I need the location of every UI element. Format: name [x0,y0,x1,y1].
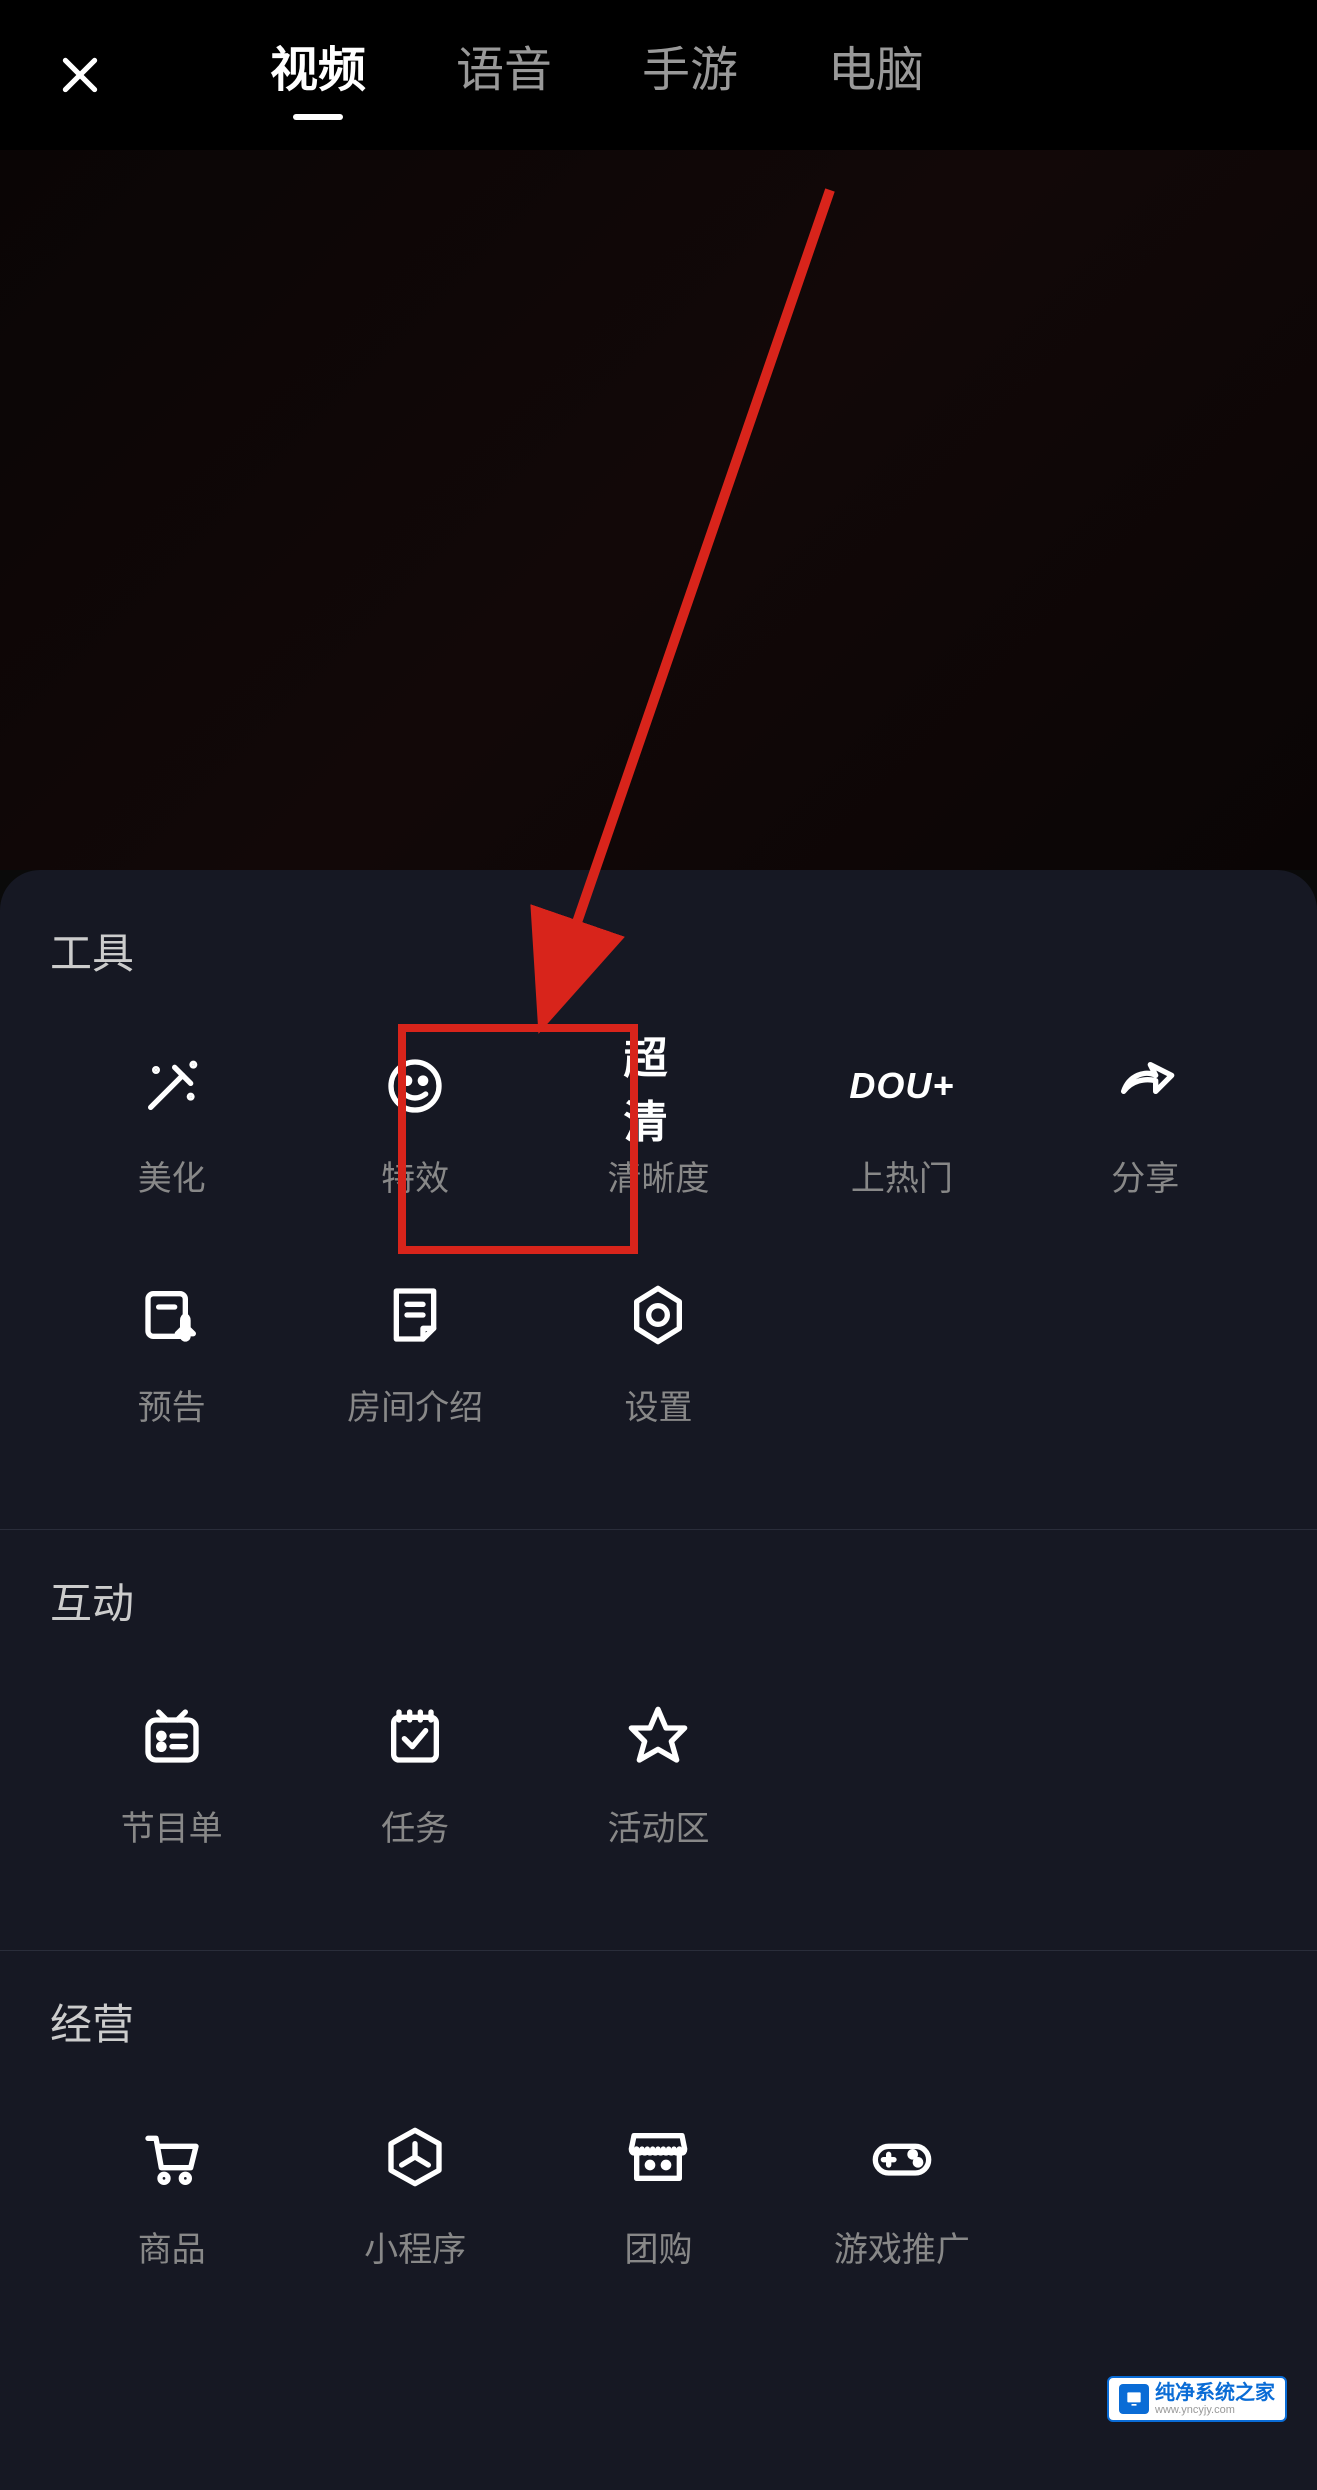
interaction-label: 节目单 [121,1801,223,1850]
section-title-business: 经营 [50,1991,1267,2052]
tool-label: 上热门 [851,1151,953,1200]
interaction-program[interactable]: 节目单 [60,1681,283,1870]
tool-preview-notice[interactable]: 预告 [60,1260,283,1449]
interaction-label: 活动区 [607,1801,709,1850]
tab-mobile-game[interactable]: 手游 [642,30,738,120]
miniapp-icon [380,2122,450,2192]
section-title-interaction: 互动 [50,1570,1267,1631]
hd-icon: 超清 [623,1051,693,1121]
close-icon [55,50,105,100]
close-button[interactable] [50,45,110,105]
tool-label: 美化 [138,1151,206,1200]
program-icon [137,1701,207,1771]
business-miniapp[interactable]: 小程序 [303,2102,526,2291]
business-label: 团购 [624,2222,692,2271]
wand-icon [137,1051,207,1121]
options-panel: 工具 美化 [0,870,1317,2490]
watermark-logo-icon [1119,2384,1149,2414]
tool-clarity[interactable]: 超清 清晰度 [547,1031,770,1220]
tool-label: 分享 [1111,1151,1179,1200]
business-goods[interactable]: 商品 [60,2102,283,2291]
watermark-url: www.yncyjy.com [1155,2404,1275,2416]
section-interaction: 互动 节目单 [50,1570,1267,1870]
interaction-label: 任务 [381,1801,449,1850]
preview-area [0,150,1317,870]
tool-beautify[interactable]: 美化 [60,1031,283,1220]
header: 视频 语音 手游 电脑 [0,0,1317,150]
tabs: 视频 语音 手游 电脑 [270,30,924,120]
interaction-task[interactable]: 任务 [303,1681,526,1870]
watermark: 纯净系统之家 www.yncyjy.com [1107,2376,1287,2422]
business-label: 游戏推广 [834,2222,970,2271]
tool-label: 设置 [624,1380,692,1429]
tab-pc[interactable]: 电脑 [828,30,924,120]
business-groupbuy[interactable]: 团购 [547,2102,770,2291]
tool-trending[interactable]: DOU+ 上热门 [790,1031,1013,1220]
shop-icon [623,2122,693,2192]
star-icon [623,1701,693,1771]
tool-share[interactable]: 分享 [1034,1031,1257,1220]
cart-icon [137,2122,207,2192]
notice-icon [137,1280,207,1350]
task-icon [380,1701,450,1771]
note-icon [380,1280,450,1350]
divider [0,1950,1317,1951]
gamepad-icon [867,2122,937,2192]
watermark-text: 纯净系统之家 www.yncyjy.com [1155,2382,1275,2416]
tab-audio[interactable]: 语音 [456,30,552,120]
section-title-tools: 工具 [50,920,1267,981]
business-game-promo[interactable]: 游戏推广 [790,2102,1013,2291]
divider [0,1529,1317,1530]
tool-effects[interactable]: 特效 [303,1031,526,1220]
business-label: 商品 [138,2222,206,2271]
tool-label: 预告 [138,1380,206,1429]
interaction-grid: 节目单 任务 活动区 [50,1681,1267,1870]
tool-label: 特效 [381,1151,449,1200]
watermark-title: 纯净系统之家 [1155,2382,1275,2404]
settings-icon [623,1280,693,1350]
tool-room-intro[interactable]: 房间介绍 [303,1260,526,1449]
business-label: 小程序 [364,2222,466,2271]
business-grid: 商品 小程序 [50,2102,1267,2291]
tab-video[interactable]: 视频 [270,30,366,120]
section-business: 经营 商品 小程序 [50,1991,1267,2291]
tool-settings[interactable]: 设置 [547,1260,770,1449]
tools-grid: 美化 特效 超清 清晰度 [50,1031,1267,1449]
dou-icon: DOU+ [867,1051,937,1121]
interaction-activity[interactable]: 活动区 [547,1681,770,1870]
tool-label: 清晰度 [607,1151,709,1200]
smile-icon [380,1051,450,1121]
share-icon [1110,1051,1180,1121]
tool-label: 房间介绍 [347,1380,483,1429]
section-tools: 工具 美化 [50,920,1267,1449]
